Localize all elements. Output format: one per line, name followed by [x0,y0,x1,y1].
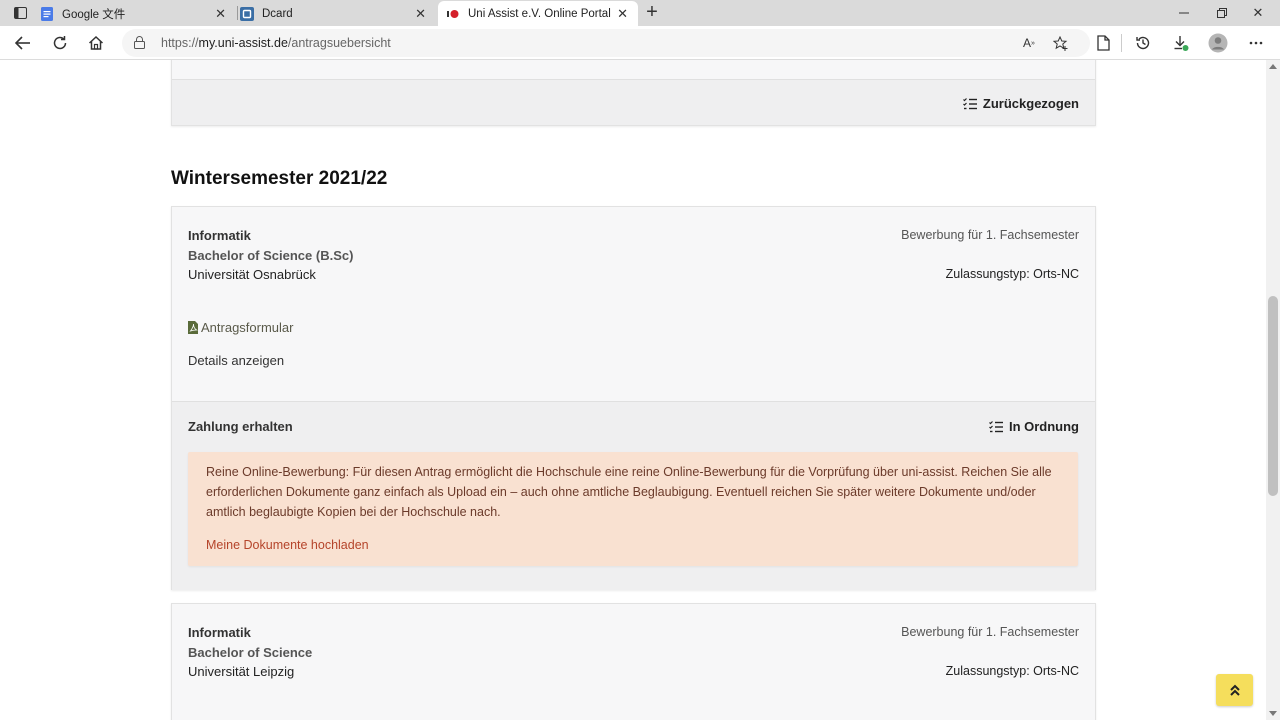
url-text[interactable]: https://my.uni-assist.de/antragsuebersic… [161,36,391,50]
pdf-file-icon [188,321,198,334]
checklist-icon [962,97,977,109]
online-application-notice: Reine Online-Bewerbung: Für diesen Antra… [188,452,1078,566]
admission-type: Zulassungstyp: Orts-NC [945,267,1079,281]
tab-divider [237,6,238,20]
application-type: Bewerbung für 1. Fachsemester [901,228,1079,242]
refresh-icon[interactable] [49,32,71,54]
subject-name: Informatik [188,625,251,640]
tab-google-docs[interactable]: Google 文件 ✕ [40,1,236,26]
downloads-icon[interactable] [1170,32,1192,54]
application-card: Informatik Bachelor of Science (B.Sc) Un… [171,206,1096,590]
tab-title: Google 文件 [62,8,126,21]
degree-name: Bachelor of Science (B.Sc) [188,248,354,263]
window-close-icon[interactable]: ✕ [1248,4,1268,22]
payment-label: Zahlung erhalten [188,419,293,434]
status-withdrawn: Zurückgezogen [962,96,1079,111]
notice-text: Reine Online-Bewerbung: Für diesen Antra… [206,465,1052,519]
status-ok: In Ordnung [989,419,1079,434]
page-viewport: Zurückgezogen Wintersemester 2021/22 Inf… [0,60,1266,720]
address-bar[interactable]: https://my.uni-assist.de/antragsuebersic… [122,29,1090,57]
scroll-up-arrow-icon[interactable] [1269,64,1277,69]
double-chevron-up-icon [1229,684,1240,696]
uni-assist-icon [446,7,460,21]
back-icon[interactable] [12,32,34,54]
google-docs-icon [40,6,54,21]
semester-heading: Wintersemester 2021/22 [171,168,388,189]
admission-type: Zulassungstyp: Orts-NC [945,664,1079,678]
more-options-icon[interactable] [1245,32,1267,54]
profile-avatar[interactable] [1207,32,1229,54]
dcard-icon [240,6,254,21]
browser-toolbar: https://my.uni-assist.de/antragsuebersic… [0,26,1280,60]
card-status-footer: Zurückgezogen [172,79,1095,125]
application-form-link[interactable]: Antragsformular [188,320,293,335]
degree-name: Bachelor of Science [188,645,313,660]
scroll-down-arrow-icon[interactable] [1269,711,1277,716]
details-link[interactable]: Details anzeigen [188,353,284,368]
payment-section: Zahlung erhalten In Ordnung Reine Online… [172,401,1095,590]
subject-name: Informatik [188,228,251,243]
application-card: Informatik Bachelor of Science Universit… [171,603,1096,720]
upload-documents-link[interactable]: Meine Dokumente hochladen [206,538,369,552]
close-icon[interactable]: ✕ [415,6,426,22]
page-scrollbar[interactable] [1266,60,1280,720]
tab-title: Uni Assist e.V. Online Portal [468,7,611,20]
tab-actions-icon[interactable] [8,4,32,22]
close-icon[interactable]: ✕ [215,6,226,22]
application-card-previous: Zurückgezogen [171,60,1096,126]
home-icon[interactable] [85,32,107,54]
tab-uni-assist[interactable]: Uni Assist e.V. Online Portal ✕ [438,1,638,26]
tab-dcard[interactable]: Dcard ✕ [240,1,436,26]
browser-tab-bar: Google 文件 ✕ Dcard ✕ Uni Assist e.V. Onli… [0,0,1280,26]
tab-title: Dcard [262,7,293,20]
restore-icon[interactable] [1212,4,1232,22]
history-icon[interactable] [1132,32,1154,54]
scroll-to-top-button[interactable] [1216,674,1253,706]
favorite-add-icon[interactable] [1052,35,1070,51]
read-aloud-icon[interactable]: A» [1020,35,1038,51]
minimize-icon[interactable] [1174,4,1194,22]
close-icon[interactable]: ✕ [617,6,628,22]
application-type: Bewerbung für 1. Fachsemester [901,625,1079,639]
lock-icon[interactable] [134,36,145,54]
toolbar-divider [1121,34,1122,52]
university-name: Universität Osnabrück [188,267,316,282]
scrollbar-thumb[interactable] [1268,296,1278,496]
university-name: Universität Leipzig [188,664,295,679]
new-tab-button[interactable]: + [642,2,662,23]
checklist-icon [989,420,1003,432]
collections-icon[interactable] [1092,32,1114,54]
